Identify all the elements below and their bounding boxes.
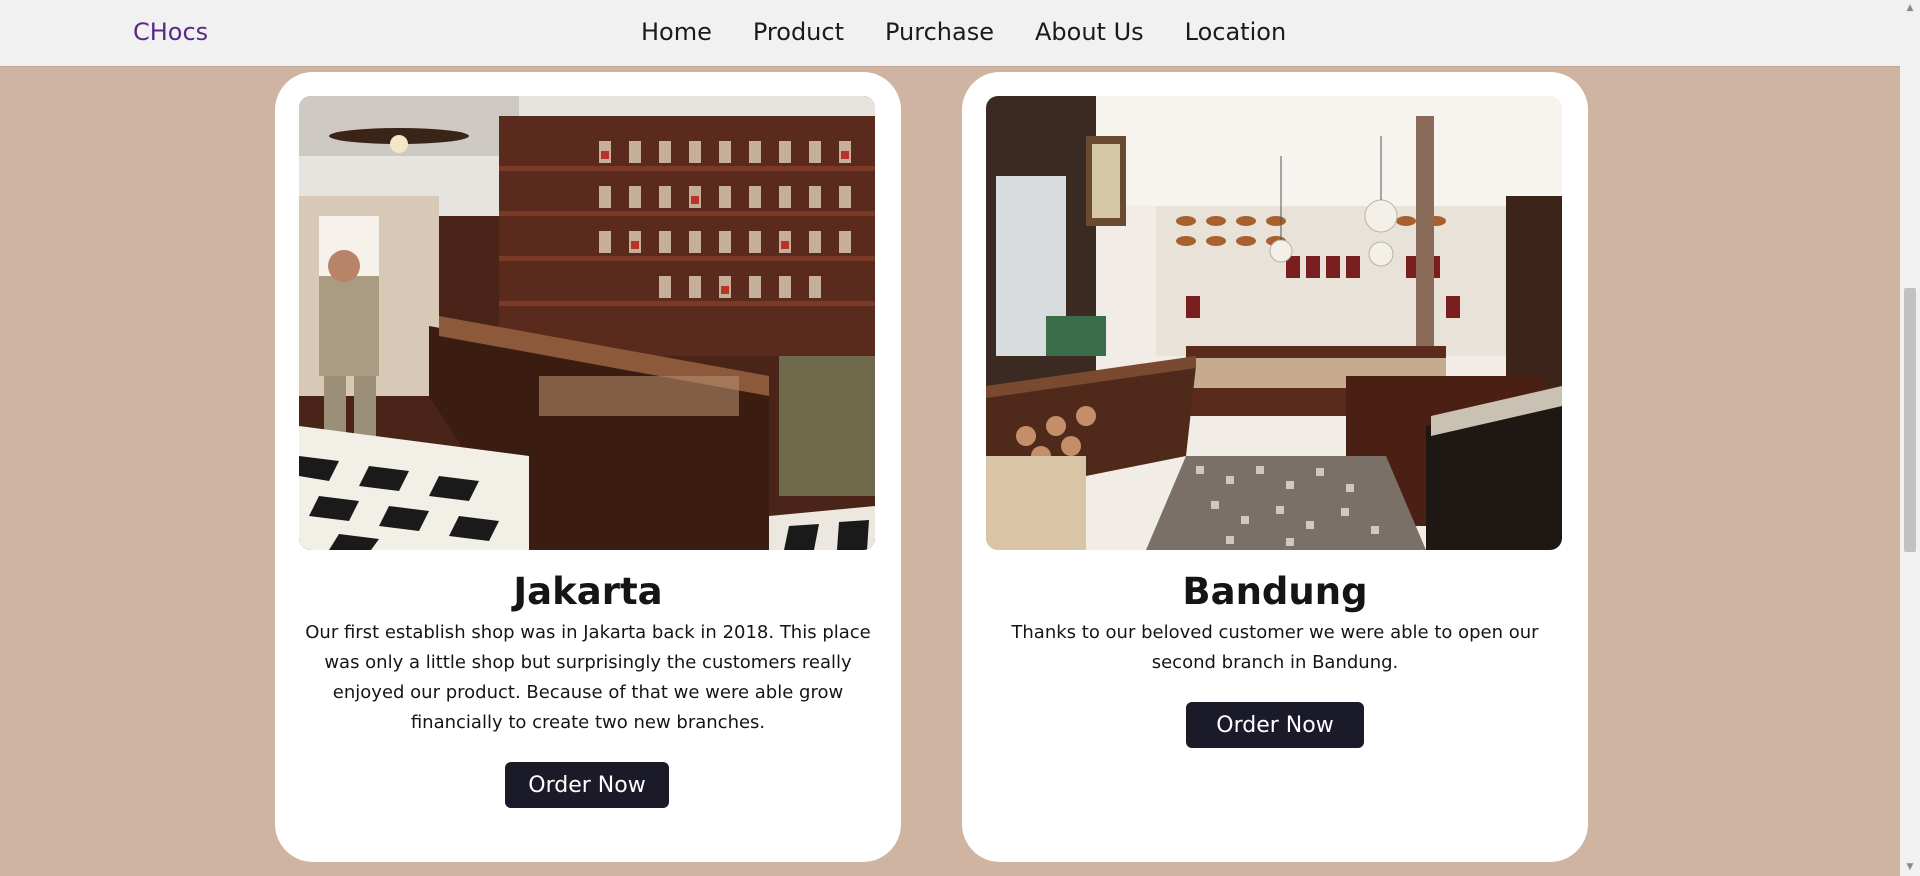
nav-link-location[interactable]: Location — [1185, 18, 1287, 46]
location-card-bandung: Bandung Thanks to our beloved customer w… — [962, 72, 1588, 862]
scroll-down-arrow-icon[interactable]: ▼ — [1900, 859, 1920, 876]
brand-logo-link[interactable]: CHocs — [133, 18, 208, 46]
location-card-jakarta: Jakarta Our first establish shop was in … — [275, 72, 901, 862]
top-navbar: CHocs Home Product Purchase About Us Loc… — [0, 0, 1900, 66]
location-title: Bandung — [1182, 570, 1368, 613]
nav-link-purchase[interactable]: Purchase — [885, 18, 994, 46]
order-now-button[interactable]: Order Now — [505, 762, 669, 808]
jakarta-shop-image — [299, 96, 875, 550]
location-description: Our first establish shop was in Jakarta … — [305, 622, 871, 733]
nav-link-about-us[interactable]: About Us — [1035, 18, 1144, 46]
bandung-shop-image — [986, 96, 1562, 550]
location-title: Jakarta — [513, 570, 663, 613]
nav-link-product[interactable]: Product — [753, 18, 844, 46]
location-description: Thanks to our beloved customer we were a… — [1011, 622, 1539, 673]
vertical-scrollbar[interactable]: ▲ ▼ — [1900, 0, 1920, 876]
scrollbar-thumb[interactable] — [1904, 288, 1916, 552]
scroll-up-arrow-icon[interactable]: ▲ — [1900, 0, 1920, 17]
nav-links: Home Product Purchase About Us Location — [641, 18, 1327, 46]
order-now-button[interactable]: Order Now — [1186, 702, 1364, 748]
nav-link-home[interactable]: Home — [641, 18, 712, 46]
